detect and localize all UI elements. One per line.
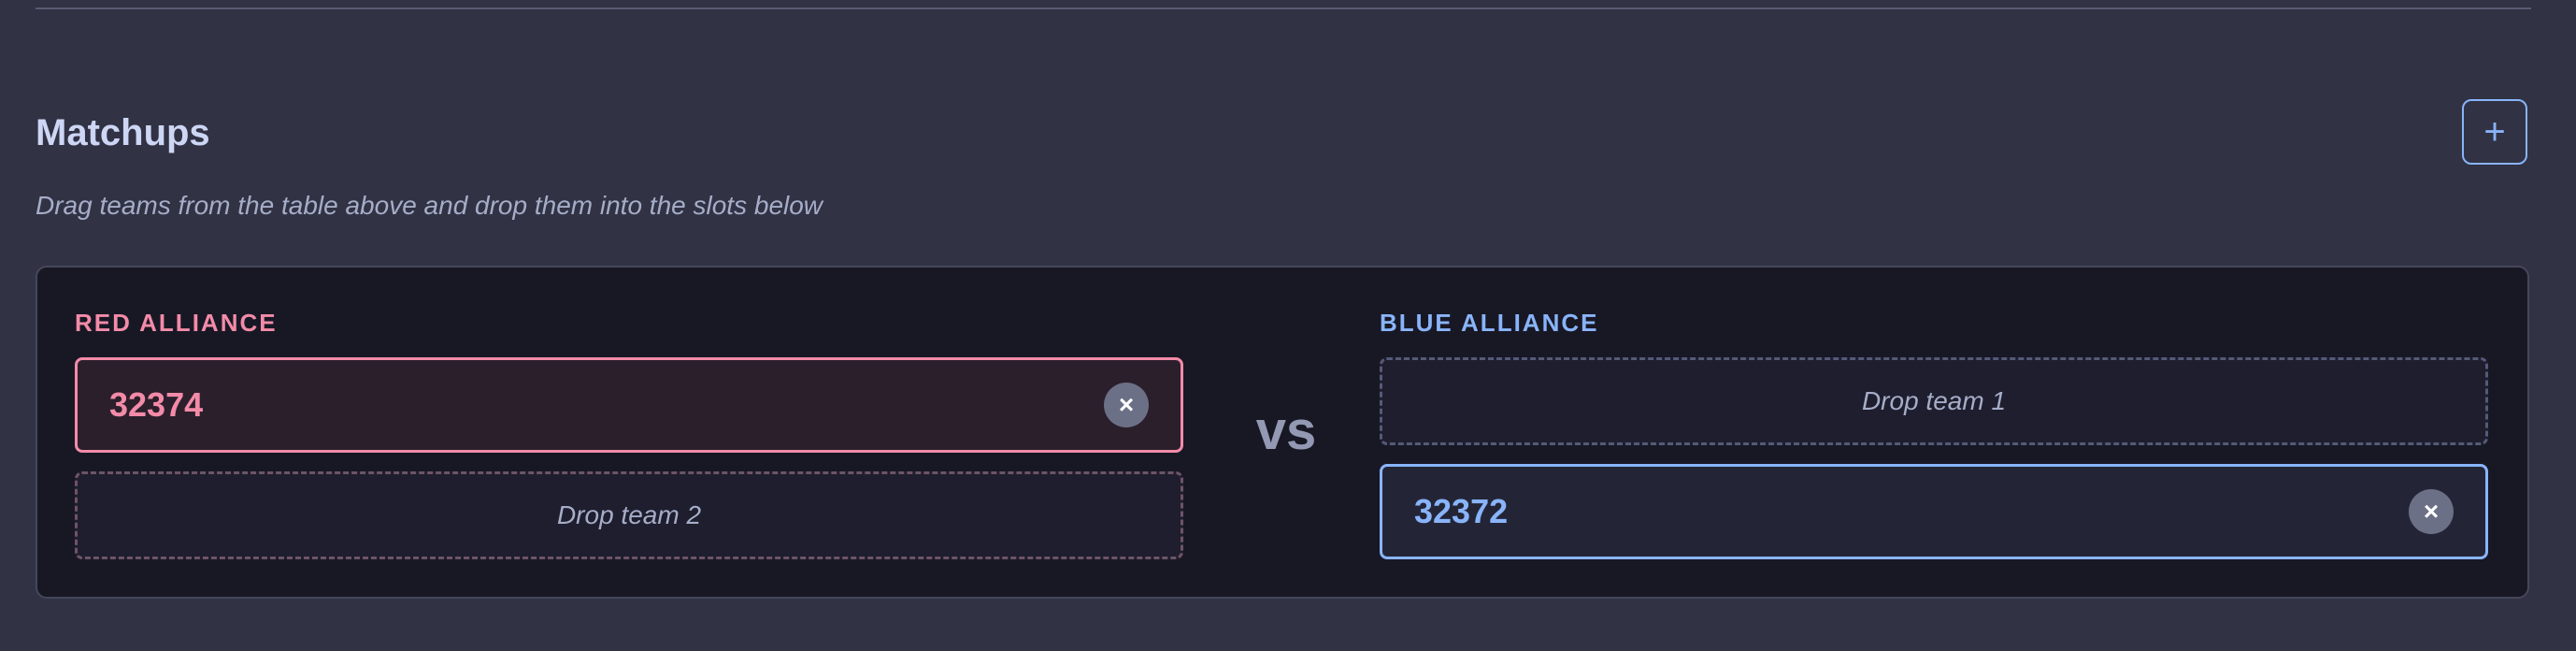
section-title: Matchups: [36, 112, 210, 153]
plus-icon: +: [2483, 111, 2506, 152]
red-slot-2-dropzone[interactable]: Drop team 2: [75, 471, 1183, 559]
vs-label: vs: [1255, 400, 1317, 461]
section-subtitle: Drag teams from the table above and drop…: [36, 191, 823, 220]
team-number: 32374: [109, 385, 204, 424]
matchup-card: RED ALLIANCE 32374 × Drop team 2 vs BLUE…: [36, 266, 2529, 599]
team-number: 32372: [1414, 492, 1509, 530]
blue-slot-2[interactable]: 32372 ×: [1380, 464, 2488, 559]
red-alliance-label: RED ALLIANCE: [75, 309, 278, 337]
red-slot-1[interactable]: 32374 ×: [75, 357, 1183, 453]
section-divider: [36, 7, 2531, 9]
blue-slot-1-dropzone[interactable]: Drop team 1: [1380, 357, 2488, 445]
close-icon[interactable]: ×: [2409, 489, 2454, 534]
blue-alliance-label: BLUE ALLIANCE: [1380, 309, 1599, 337]
add-matchup-button[interactable]: +: [2462, 99, 2527, 165]
close-icon[interactable]: ×: [1104, 383, 1149, 427]
